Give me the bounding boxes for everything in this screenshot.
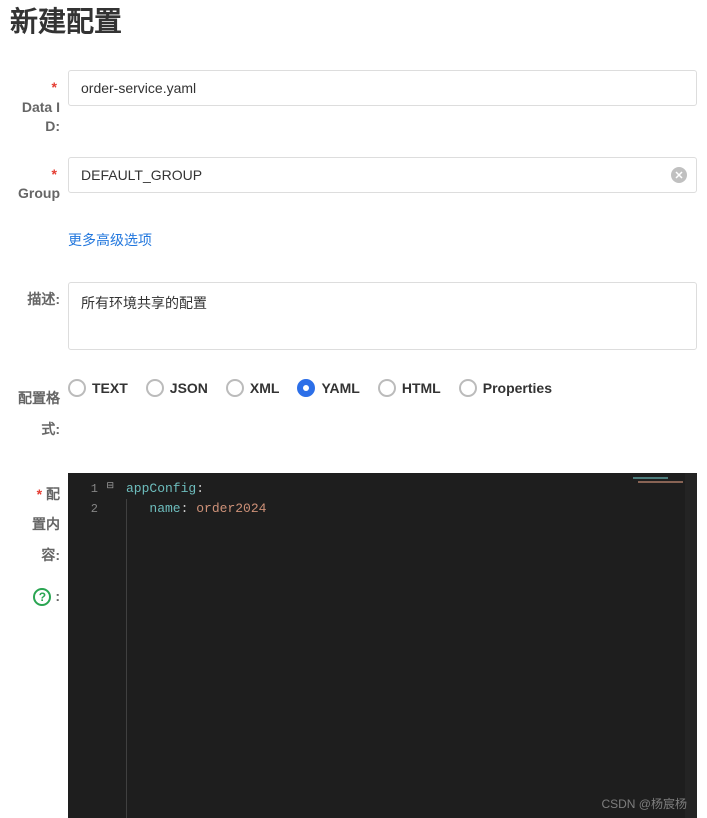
minimap [633, 477, 683, 485]
row-more-options: 更多高级选项 [10, 224, 697, 256]
radio-circle-icon [68, 379, 86, 397]
radio-label: YAML [321, 380, 359, 396]
code-line: name: order2024 [126, 499, 697, 519]
radio-circle-icon [146, 379, 164, 397]
label-content-2: 置内 [10, 509, 60, 540]
label-content-3: 容: [10, 540, 60, 571]
radio-xml[interactable]: XML [226, 379, 280, 397]
more-options-link[interactable]: 更多高级选项 [68, 224, 152, 256]
radio-label: XML [250, 380, 280, 396]
help-icon[interactable]: ? [33, 588, 51, 606]
group-input[interactable] [68, 157, 697, 193]
radio-circle-icon [378, 379, 396, 397]
data-id-input[interactable] [68, 70, 697, 106]
watermark: CSDN @杨宸杨 [601, 795, 687, 812]
page-title: 新建配置 [10, 0, 697, 40]
label-content-1: 配 [46, 486, 60, 502]
fold-icon[interactable]: ⊟ [106, 481, 114, 491]
row-group: * Group [10, 157, 697, 204]
required-asterisk: * [52, 79, 57, 95]
editor-scrollbar[interactable] [685, 473, 697, 818]
required-asterisk: * [37, 486, 42, 502]
radio-text[interactable]: TEXT [68, 379, 128, 397]
radio-json[interactable]: JSON [146, 379, 208, 397]
code-line: appConfig: [126, 479, 697, 499]
radio-circle-icon [297, 379, 315, 397]
row-content: * 配 置内 容: ? : ⊟ 12 appConfig: name: orde… [10, 473, 697, 818]
line-number: 2 [68, 499, 116, 519]
radio-properties[interactable]: Properties [459, 379, 552, 397]
description-input[interactable] [68, 282, 697, 350]
label-format: 配置格式: [10, 383, 60, 445]
radio-label: JSON [170, 380, 208, 396]
radio-label: HTML [402, 380, 441, 396]
code-editor[interactable]: ⊟ 12 appConfig: name: order2024 CSDN @杨宸… [68, 473, 697, 818]
label-description: 描述: [27, 290, 60, 310]
label-group: Group [18, 184, 60, 204]
radio-circle-icon [226, 379, 244, 397]
radio-label: TEXT [92, 380, 128, 396]
row-data-id: * Data ID: [10, 70, 697, 137]
format-radio-group: TEXT JSON XML YAML HTML Properties [68, 375, 697, 397]
clear-icon[interactable] [671, 167, 687, 183]
radio-yaml[interactable]: YAML [297, 379, 359, 397]
radio-label: Properties [483, 380, 552, 396]
radio-html[interactable]: HTML [378, 379, 441, 397]
required-asterisk: * [52, 166, 57, 182]
label-data-id: Data ID: [10, 98, 60, 137]
row-description: 描述: [10, 282, 697, 355]
radio-circle-icon [459, 379, 477, 397]
row-format: 配置格式: TEXT JSON XML YAML HTML Properties [10, 375, 697, 445]
